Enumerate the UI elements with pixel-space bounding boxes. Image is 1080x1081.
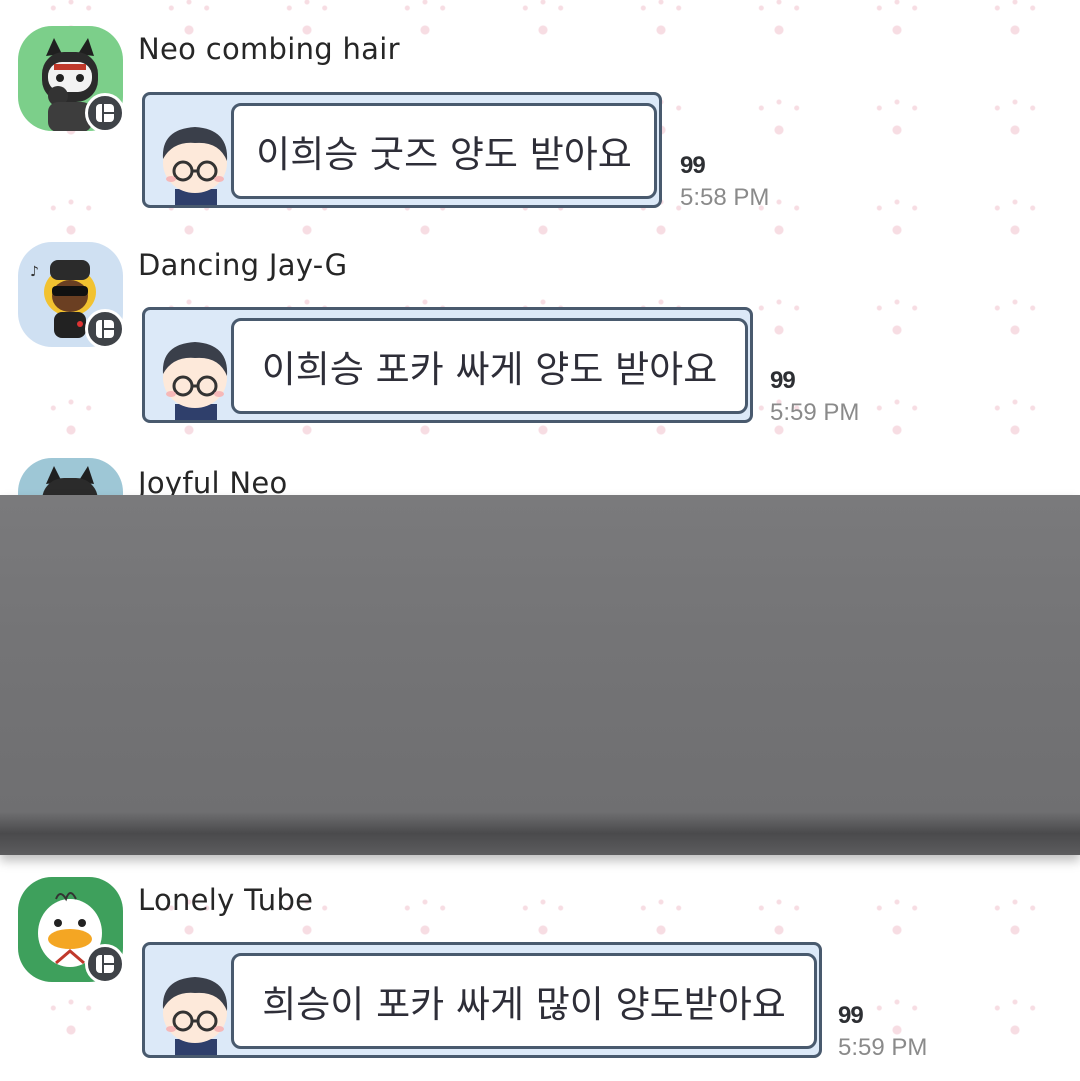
chat-icon	[85, 309, 125, 349]
svg-text:♪: ♪	[30, 264, 39, 280]
message-text-box: 이희승 포카 싸게 양도 받아요	[231, 318, 748, 414]
avatar[interactable]	[18, 26, 125, 133]
message-meta: 99 5:59 PM	[770, 367, 859, 427]
timestamp: 5:59 PM	[838, 1034, 928, 1061]
timestamp: 5:58 PM	[680, 184, 770, 211]
profile-character-icon	[162, 977, 228, 1055]
message-text: 희승이 포카 싸게 많이 양도받아요	[262, 983, 786, 1026]
chat-icon	[85, 944, 125, 984]
sender-name: Neo combing hair	[138, 32, 400, 66]
message-text: 이희승 포카 싸게 양도 받아요	[261, 348, 718, 391]
message-meta: 99 5:58 PM	[680, 152, 769, 212]
sender-name: Lonely Tube	[138, 883, 314, 917]
message-bubble[interactable]: 희승이 포카 싸게 많이 양도받아요	[142, 942, 822, 1058]
message-bubble[interactable]: 이희승 포카 싸게 양도 받아요	[142, 307, 753, 423]
unread-count: 99	[770, 367, 796, 394]
profile-character-icon	[162, 342, 228, 420]
timestamp: 5:59 PM	[770, 399, 860, 426]
avatar[interactable]	[18, 877, 125, 984]
unread-count: 99	[680, 152, 706, 179]
message-text-box: 희승이 포카 싸게 많이 양도받아요	[231, 953, 817, 1049]
message-text: 이희승 굿즈 양도 받아요	[256, 133, 632, 176]
obscuring-overlay	[0, 495, 1080, 855]
avatar[interactable]: ♪	[18, 242, 125, 349]
sender-name: Dancing Jay-G	[138, 248, 348, 282]
message-text-box: 이희승 굿즈 양도 받아요	[231, 103, 657, 199]
unread-count: 99	[838, 1002, 864, 1029]
message-meta: 99 5:59 PM	[838, 1002, 927, 1062]
chat-icon	[85, 93, 125, 133]
message-bubble[interactable]: 이희승 굿즈 양도 받아요	[142, 92, 662, 208]
profile-character-icon	[162, 127, 228, 205]
